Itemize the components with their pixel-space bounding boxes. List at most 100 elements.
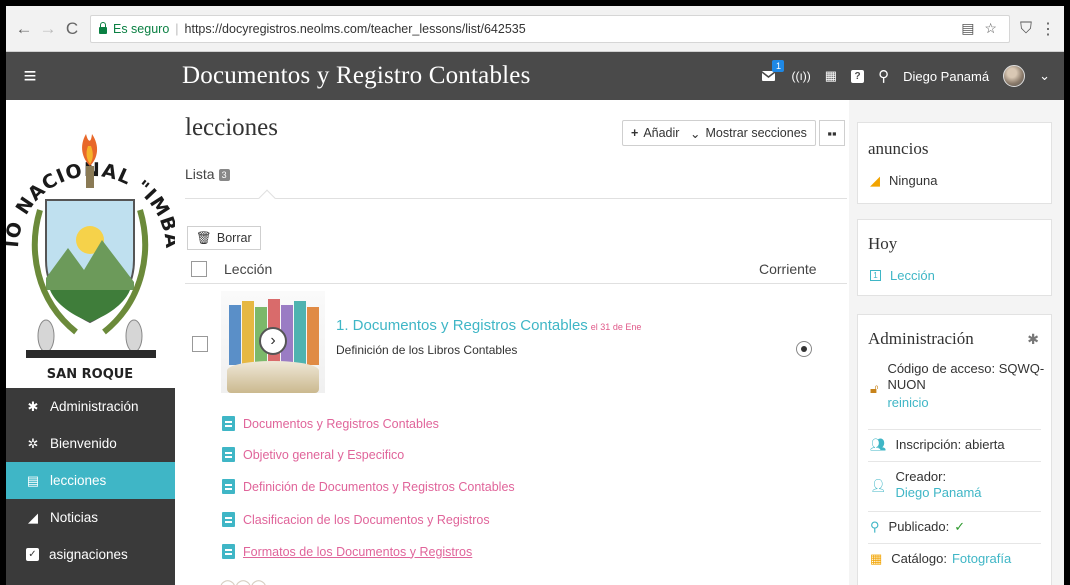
table-header: Lección Corriente	[185, 254, 847, 284]
gear-icon[interactable]: ✱	[1027, 331, 1039, 348]
lesson-description: Definición de los Libros Contables	[336, 343, 518, 357]
tab-indicator	[258, 189, 276, 207]
bell-icon: ◢	[28, 509, 38, 525]
lesson-thumbnail[interactable]: ›	[221, 291, 325, 393]
back-icon[interactable]: ←	[14, 19, 34, 39]
catalog-link[interactable]: Fotografía	[952, 551, 1011, 566]
creator-label: Creador:	[895, 469, 947, 484]
grid-icon: ▪▪	[827, 125, 837, 141]
grid-view-button[interactable]: ▪▪	[819, 120, 845, 146]
resource-link[interactable]: Clasificacion de los Documentos y Regist…	[222, 512, 490, 527]
address-bar[interactable]: Es seguro | https://docyregistros.neolms…	[90, 14, 1010, 43]
book-spine	[242, 301, 254, 365]
sidebar-item-asignaciones[interactable]: ✓ asignaciones	[6, 536, 175, 573]
reset-link[interactable]: reinicio	[887, 395, 1045, 410]
resource-link[interactable]: Documentos y Registros Contables	[222, 416, 439, 431]
lessons-icon: ▤	[26, 472, 40, 488]
right-panel: anuncios ◢ Ninguna Hoy 1 Lección Adminis…	[849, 100, 1064, 585]
administration-title: Administración	[868, 329, 974, 348]
search-icon[interactable]: ⚲	[878, 67, 889, 85]
divider	[868, 429, 1041, 430]
secure-indicator[interactable]: Es seguro	[99, 22, 169, 36]
column-current: Corriente	[759, 261, 817, 277]
document-icon	[222, 447, 235, 462]
extension-icon[interactable]: ⛉	[1020, 20, 1032, 38]
resource-link[interactable]: Formatos de los Documentos y Registros	[222, 544, 472, 559]
avatar[interactable]	[1003, 65, 1026, 87]
translate-icon[interactable]: ▤	[961, 20, 974, 37]
secure-label: Es seguro	[113, 21, 170, 36]
creator-link[interactable]: Diego Panamá	[896, 485, 982, 500]
today-lesson-link[interactable]: 1 Lección	[870, 268, 935, 283]
sidebar-nav: ✱ Administración ✲ Bienvenido ▤ leccione…	[6, 388, 175, 573]
tab-lista[interactable]: Lista 3	[185, 166, 230, 182]
trash-icon: 🗑	[196, 230, 212, 245]
lesson-title: 1. Documentos y Registros Contables	[336, 317, 588, 334]
delete-label: Borrar	[216, 231, 252, 245]
document-icon	[222, 479, 235, 494]
school-logo: COLEGIO NACIONAL "IMBABURA" SAN ROQUE	[6, 83, 182, 388]
lock-icon	[99, 22, 107, 34]
tab-divider	[185, 198, 847, 199]
access-code-row: 🔓︎ Código de acceso: SQWQ-NUON reinicio	[870, 361, 1045, 410]
notifications-button[interactable]: 1	[761, 59, 785, 86]
column-lesson: Lección	[224, 261, 273, 277]
book-spine	[294, 301, 306, 365]
calendar-day-icon: 1	[870, 270, 881, 281]
catalog-label: Catálogo:	[891, 551, 947, 566]
select-all-checkbox[interactable]	[191, 261, 207, 277]
sidebar-item-label: Bienvenido	[50, 436, 117, 451]
announcements-text: Ninguna	[889, 173, 938, 188]
lesson-title-link[interactable]: 1. Documentos y Registros Contables el 31…	[336, 317, 641, 334]
resource-link[interactable]: Definición de Documentos y Registros Con…	[222, 479, 515, 494]
resource-link[interactable]: Objetivo general y Especifico	[222, 447, 404, 462]
document-icon	[222, 416, 235, 431]
open-book	[227, 361, 319, 393]
chevron-down-icon[interactable]: ⌄	[1039, 68, 1050, 84]
sidebar-item-administracion[interactable]: ✱ Administración	[6, 388, 175, 425]
today-lesson-label: Lección	[890, 268, 935, 283]
menu-icon[interactable]: ≡	[6, 63, 54, 89]
sidebar-item-bienvenido[interactable]: ✲ Bienvenido	[6, 425, 175, 462]
lessons-main: lecciones + Añadir ⌄ Mostrar secciones ▪…	[175, 100, 849, 585]
creator-row: 👤︎ Creador: Diego Panamá	[870, 469, 982, 500]
access-code-label: Código de acceso: SQWQ-NUON	[887, 361, 1045, 392]
announcements-item: ◢ Ninguna	[870, 173, 937, 189]
announcements-card: anuncios ◢ Ninguna	[857, 122, 1052, 204]
forward-icon[interactable]: →	[38, 19, 58, 39]
resource-label: Clasificacion de los Documentos y Regist…	[243, 512, 490, 527]
access-code-block: Código de acceso: SQWQ-NUON reinicio	[887, 361, 1045, 410]
plus-icon: +	[631, 126, 639, 140]
header-actions: 1 ((ı)) ▦ ? ⚲ Diego Panamá ⌄	[761, 59, 1064, 87]
gear-icon: ✱	[27, 398, 39, 414]
divider: |	[175, 21, 179, 36]
document-icon	[222, 544, 235, 559]
creator-block: Creador: Diego Panamá	[896, 469, 982, 500]
published-check: ✓	[954, 519, 966, 534]
next-lesson-thumbnail[interactable]: ◠◠◠	[219, 574, 267, 585]
sidebar-item-label: Noticias	[50, 510, 99, 525]
lesson-checkbox[interactable]	[192, 336, 208, 352]
sidebar-item-lecciones[interactable]: ▤ lecciones	[6, 462, 175, 499]
user-name[interactable]: Diego Panamá	[903, 69, 989, 84]
browser-actions: ▤ ☆	[961, 20, 1001, 37]
tab-label: Lista	[185, 166, 215, 182]
resource-label: Objetivo general y Especifico	[243, 447, 405, 462]
url-text: https://docyregistros.neolms.com/teacher…	[184, 21, 526, 36]
wireless-icon[interactable]: ((ı))	[791, 69, 810, 83]
page-title: Documentos y Registro Contables	[182, 62, 531, 89]
open-lesson-icon[interactable]: ›	[259, 327, 287, 355]
bookmark-star-icon[interactable]: ☆	[984, 20, 997, 37]
reload-icon[interactable]: C	[62, 19, 82, 39]
calendar-icon[interactable]: ▦	[825, 68, 837, 84]
browser-menu-icon[interactable]: ⋮	[1040, 19, 1056, 39]
catalog-row: ▦ Catálogo: Fotografía	[870, 551, 1011, 567]
add-button[interactable]: + Añadir	[622, 120, 689, 146]
current-lesson-radio[interactable]	[796, 341, 812, 357]
show-sections-button[interactable]: ⌄ Mostrar secciones	[682, 120, 816, 146]
sidebar-item-noticias[interactable]: ◢ Noticias	[6, 499, 175, 536]
divider	[868, 543, 1041, 544]
help-icon[interactable]: ?	[851, 69, 865, 83]
sidebar-item-label: Administración	[50, 399, 139, 414]
delete-button[interactable]: 🗑 Borrar	[187, 226, 261, 250]
